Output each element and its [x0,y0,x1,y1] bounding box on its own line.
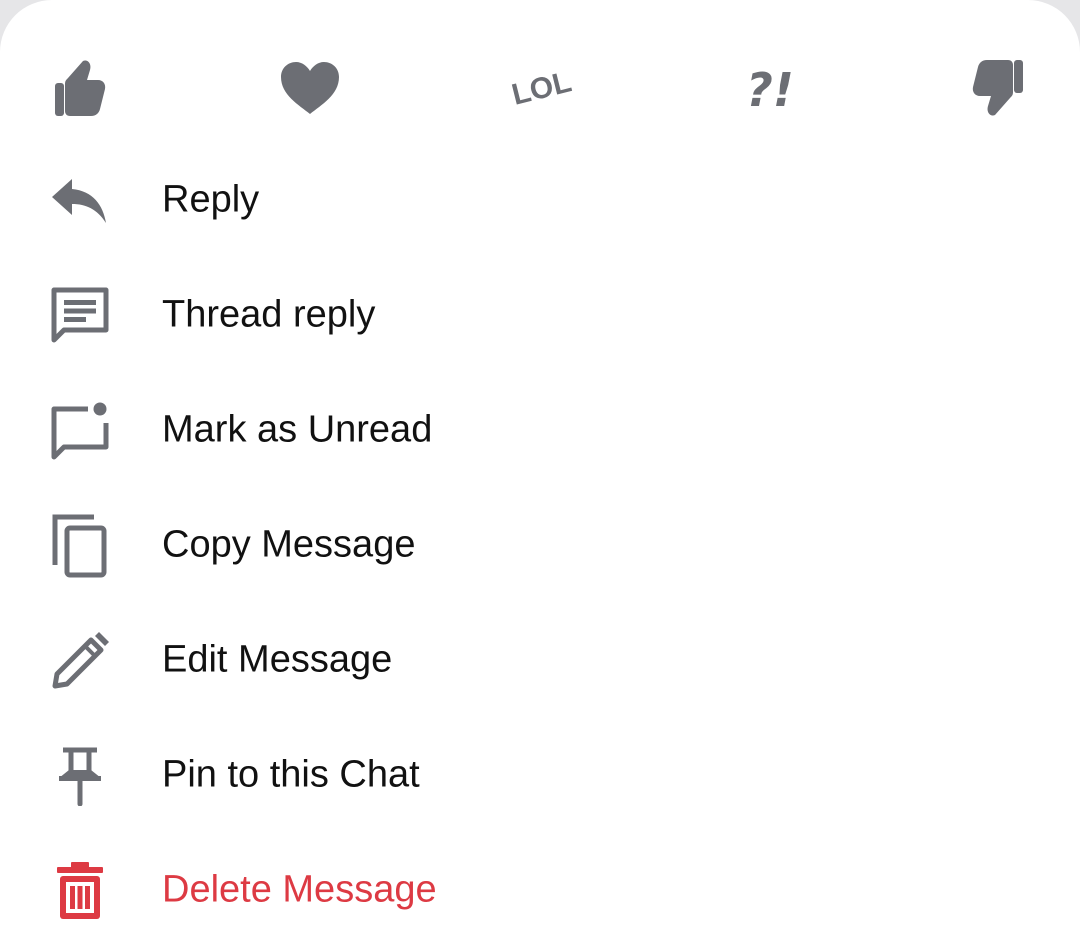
reply-item[interactable]: Reply [0,143,1080,258]
lol-icon-text: LOL [509,65,575,112]
reaction-bar: LOL ?! [0,50,1080,126]
edit-message-item[interactable]: Edit Message [0,603,1080,718]
mark-unread-icon [44,395,116,467]
reply-label: Reply [162,178,260,221]
edit-message-label: Edit Message [162,638,393,681]
reaction-thumbs-up[interactable] [38,50,122,126]
interrobang-icon-text: ?! [746,63,794,117]
mark-unread-item[interactable]: Mark as Unread [0,373,1080,488]
thumbs-down-icon [972,59,1024,117]
reaction-wow[interactable]: ?! [728,50,812,126]
pencil-icon [44,625,116,697]
copy-icon [44,510,116,582]
reply-icon [44,165,116,237]
reaction-haha[interactable]: LOL [500,50,584,126]
delete-message-item[interactable]: Delete Message [0,833,1080,946]
message-actions-sheet: LOL ?! Reply Thread reply Mark as Unread… [0,0,1080,946]
heart-icon [279,60,341,116]
trash-icon [44,855,116,927]
thread-icon [44,280,116,352]
thumbs-up-icon [54,59,106,117]
copy-message-item[interactable]: Copy Message [0,488,1080,603]
reaction-love[interactable] [268,50,352,126]
pin-icon [44,740,116,812]
pin-chat-item[interactable]: Pin to this Chat [0,718,1080,833]
thread-reply-item[interactable]: Thread reply [0,258,1080,373]
action-menu: Reply Thread reply Mark as Unread Copy M… [0,143,1080,946]
lol-icon: LOL [509,58,575,118]
delete-message-label: Delete Message [162,868,437,911]
interrobang-icon: ?! [740,58,800,118]
thread-reply-label: Thread reply [162,293,376,336]
mark-unread-label: Mark as Unread [162,408,433,451]
reaction-thumbs-down[interactable] [956,50,1040,126]
copy-message-label: Copy Message [162,523,416,566]
pin-chat-label: Pin to this Chat [162,753,420,796]
